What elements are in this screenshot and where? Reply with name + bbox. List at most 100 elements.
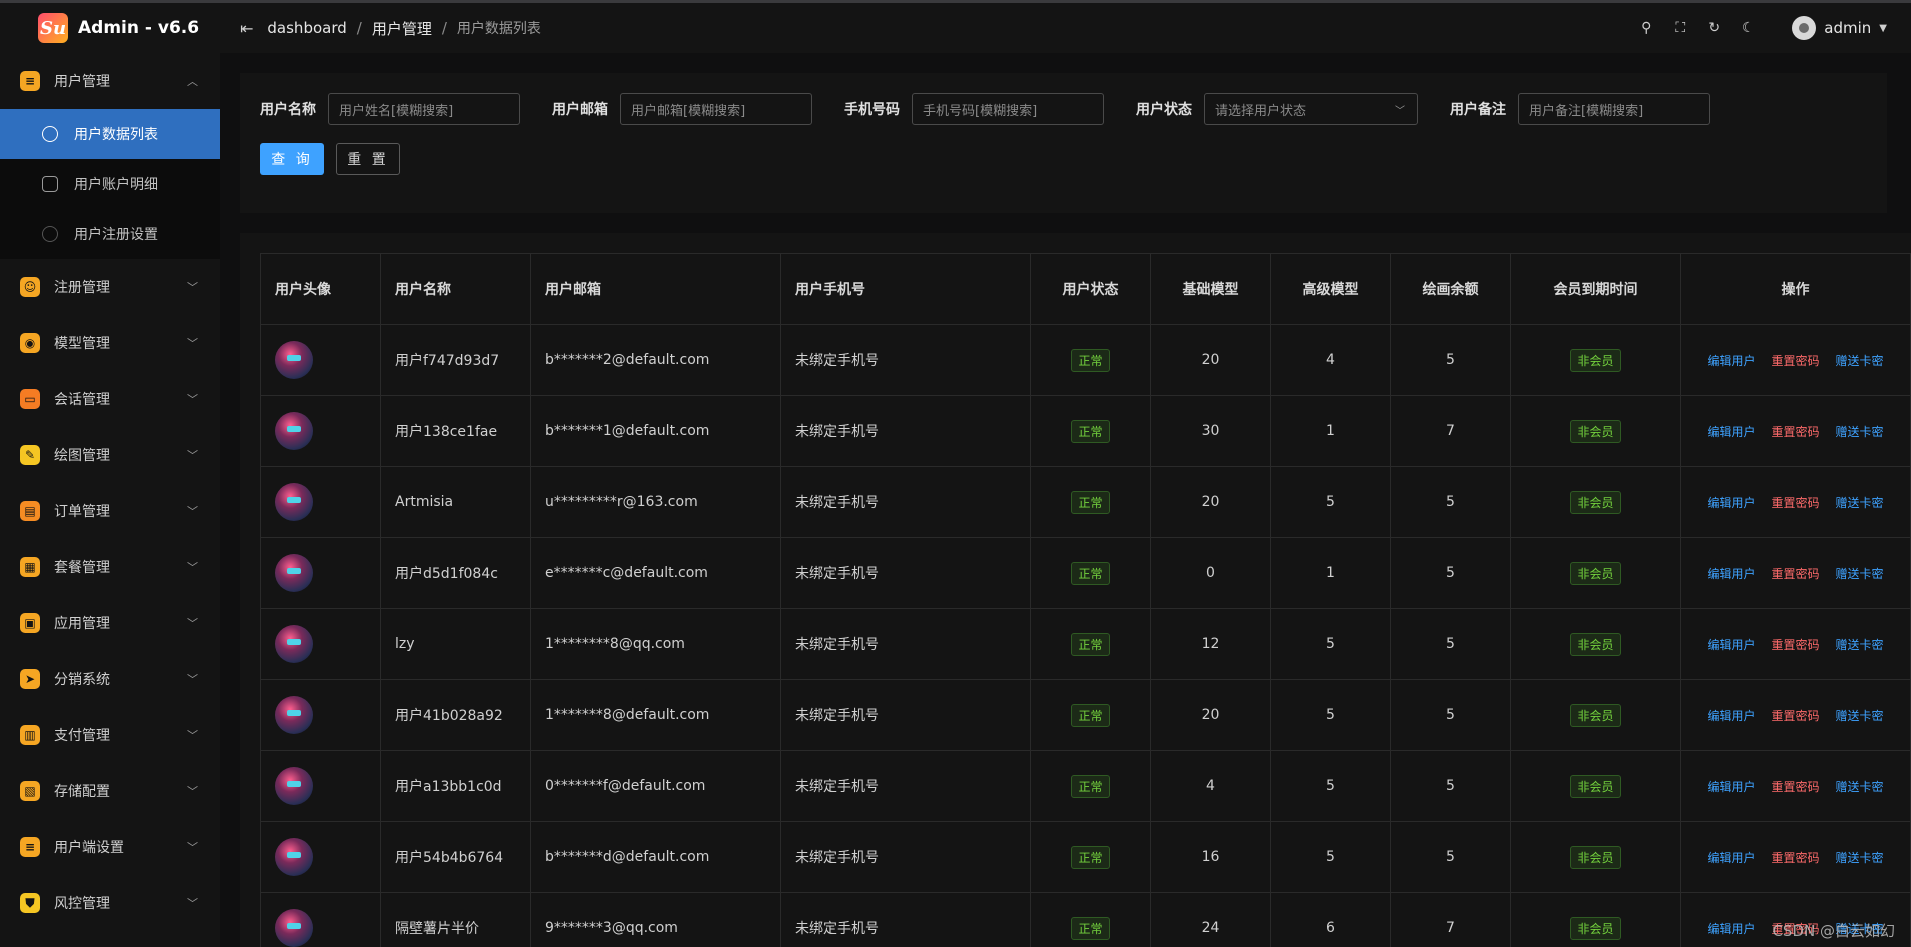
sidebar-subitem-register-settings[interactable]: 用户注册设置 xyxy=(0,209,220,259)
sidebar-subitem-account-details[interactable]: 用户账户明细 xyxy=(0,159,220,209)
sidebar-item-user-management[interactable]: ≡ 用户管理 ︿ xyxy=(0,53,220,109)
payment-icon: ▥ xyxy=(20,725,40,745)
sidebar-item-model[interactable]: ◉ 模型管理 ﹀ xyxy=(0,315,220,371)
edit-user-link[interactable]: 编辑用户 xyxy=(1707,780,1755,794)
username[interactable]: admin xyxy=(1824,19,1871,37)
watermark: CSDN @白云如幻 xyxy=(1772,922,1895,940)
fullscreen-icon[interactable]: ⛶ xyxy=(1672,20,1688,36)
edit-user-link[interactable]: 编辑用户 xyxy=(1707,354,1755,368)
reset-password-link[interactable]: 重置密码 xyxy=(1771,780,1819,794)
sidebar-item-label: 分销系统 xyxy=(54,672,110,688)
sidebar: Su Admin - v6.6 ≡ 用户管理 ︿ 用户数据列表 用户账户明细 用… xyxy=(0,3,220,947)
member-badge: 非会员 xyxy=(1570,774,1621,798)
gift-card-link[interactable]: 赠送卡密 xyxy=(1836,851,1884,865)
package-icon: ▦ xyxy=(20,557,40,577)
chevron-down-icon: ﹀ xyxy=(187,337,198,350)
avatar[interactable] xyxy=(1792,16,1817,40)
sidebar-item-shield[interactable]: ⛊ 风控管理 ﹀ xyxy=(0,875,220,931)
column-header: 会员到期时间 xyxy=(1510,253,1681,325)
column-header: 用户邮箱 xyxy=(530,253,781,325)
reset-password-link[interactable]: 重置密码 xyxy=(1771,709,1819,723)
gift-card-link[interactable]: 赠送卡密 xyxy=(1836,567,1884,581)
app-logo[interactable]: Su Admin - v6.6 xyxy=(0,3,220,53)
sidebar-item-payment[interactable]: ▥ 支付管理 ﹀ xyxy=(0,707,220,763)
avatar xyxy=(275,909,313,947)
sidebar-item-user-circle[interactable]: ☺ 注册管理 ﹀ xyxy=(0,259,220,315)
reset-password-link[interactable]: 重置密码 xyxy=(1771,567,1819,581)
sidebar-item-storage[interactable]: ▧ 存储配置 ﹀ xyxy=(0,763,220,819)
edit-user-link[interactable]: 编辑用户 xyxy=(1707,638,1755,652)
breadcrumb-item-user-management[interactable]: 用户管理 xyxy=(372,18,432,39)
query-button[interactable]: 查 询 xyxy=(260,143,324,175)
reset-password-link[interactable]: 重置密码 xyxy=(1771,638,1819,652)
status-cell: 正常 xyxy=(1030,537,1151,609)
sidebar-item-order[interactable]: ▤ 订单管理 ﹀ xyxy=(0,483,220,539)
user-name-cell: 用户54b4b6764 xyxy=(380,821,531,893)
status-cell: 正常 xyxy=(1030,324,1151,396)
actions-cell: 编辑用户 重置密码 赠送卡密 xyxy=(1680,679,1911,751)
sidebar-item-client-settings[interactable]: ≡ 用户端设置 ﹀ xyxy=(0,819,220,875)
search-field-email: 用户邮箱 用户邮箱[模糊搜索] xyxy=(552,93,812,125)
breadcrumb-item-dashboard[interactable]: dashboard xyxy=(267,19,346,37)
edit-user-link[interactable]: 编辑用户 xyxy=(1707,425,1755,439)
edit-user-link[interactable]: 编辑用户 xyxy=(1707,851,1755,865)
avatar-cell xyxy=(260,537,381,609)
edit-user-link[interactable]: 编辑用户 xyxy=(1707,922,1755,936)
member-badge: 非会员 xyxy=(1570,490,1621,514)
sidebar-item-label: 模型管理 xyxy=(54,336,110,352)
status-badge: 正常 xyxy=(1071,419,1110,443)
sidebar-subitem-label: 用户数据列表 xyxy=(74,127,158,143)
gift-card-link[interactable]: 赠送卡密 xyxy=(1836,638,1884,652)
app-title: Admin - v6.6 xyxy=(78,18,200,38)
sidebar-item-chat[interactable]: ▭ 会话管理 ﹀ xyxy=(0,371,220,427)
status-select[interactable]: 请选择用户状态 ﹀ xyxy=(1204,93,1418,125)
gift-card-link[interactable]: 赠送卡密 xyxy=(1836,354,1884,368)
search-icon[interactable]: ⚲ xyxy=(1638,20,1654,36)
user-name-cell: 用户f747d93d7 xyxy=(380,324,531,396)
header-actions: ⚲ ⛶ ↻ ☾ admin ▼ xyxy=(1620,3,1887,53)
reset-password-link[interactable]: 重置密码 xyxy=(1771,851,1819,865)
client-settings-icon: ≡ xyxy=(20,837,40,857)
edit-user-link[interactable]: 编辑用户 xyxy=(1707,709,1755,723)
draw-balance-cell: 5 xyxy=(1390,324,1511,396)
chevron-down-icon: ﹀ xyxy=(187,561,198,574)
reset-password-link[interactable]: 重置密码 xyxy=(1771,425,1819,439)
shield-icon: ⛊ xyxy=(20,893,40,913)
edit-user-link[interactable]: 编辑用户 xyxy=(1707,567,1755,581)
reset-button[interactable]: 重 置 xyxy=(336,143,400,175)
caret-down-icon[interactable]: ▼ xyxy=(1879,23,1887,34)
remark-input[interactable]: 用户备注[模糊搜索] xyxy=(1518,93,1710,125)
reset-password-link[interactable]: 重置密码 xyxy=(1771,354,1819,368)
dark-mode-icon[interactable]: ☾ xyxy=(1740,20,1756,36)
sidebar-item-palette[interactable]: ✎ 绘图管理 ﹀ xyxy=(0,427,220,483)
gift-card-link[interactable]: 赠送卡密 xyxy=(1836,425,1884,439)
edit-user-link[interactable]: 编辑用户 xyxy=(1707,496,1755,510)
column-header: 用户状态 xyxy=(1030,253,1151,325)
refresh-icon[interactable]: ↻ xyxy=(1706,20,1722,36)
collapse-sidebar-icon[interactable]: ⇤ xyxy=(240,19,253,38)
basic-model-cell: 30 xyxy=(1150,395,1271,467)
search-field-phone: 手机号码 手机号码[模糊搜索] xyxy=(844,93,1104,125)
field-label: 手机号码 xyxy=(844,102,900,118)
chevron-down-icon: ﹀ xyxy=(187,841,198,854)
table-row: 用户d5d1f084c e*******c@default.com 未绑定手机号 正常… xyxy=(260,537,1911,609)
advanced-model-cell: 5 xyxy=(1270,466,1391,538)
username-input[interactable]: 用户姓名[模糊搜索] xyxy=(328,93,520,125)
sidebar-item-package[interactable]: ▦ 套餐管理 ﹀ xyxy=(0,539,220,595)
palette-icon: ✎ xyxy=(20,445,40,465)
sidebar-item-label: 会话管理 xyxy=(54,392,110,408)
email-input[interactable]: 用户邮箱[模糊搜索] xyxy=(620,93,812,125)
user-name-cell: 用户138ce1fae xyxy=(380,395,531,467)
status-cell: 正常 xyxy=(1030,608,1151,680)
phone-input[interactable]: 手机号码[模糊搜索] xyxy=(912,93,1104,125)
gift-card-link[interactable]: 赠送卡密 xyxy=(1836,709,1884,723)
gift-card-link[interactable]: 赠送卡密 xyxy=(1836,496,1884,510)
gift-card-link[interactable]: 赠送卡密 xyxy=(1836,780,1884,794)
member-expiry-cell: 非会员 xyxy=(1510,821,1681,893)
sidebar-item-apps[interactable]: ▣ 应用管理 ﹀ xyxy=(0,595,220,651)
sidebar-subitem-label: 用户账户明细 xyxy=(74,177,158,193)
reset-password-link[interactable]: 重置密码 xyxy=(1771,496,1819,510)
sidebar-item-distribution[interactable]: ➤ 分销系统 ﹀ xyxy=(0,651,220,707)
sidebar-subitem-user-list[interactable]: 用户数据列表 xyxy=(0,109,220,159)
sidebar-item-label: 风控管理 xyxy=(54,896,110,912)
